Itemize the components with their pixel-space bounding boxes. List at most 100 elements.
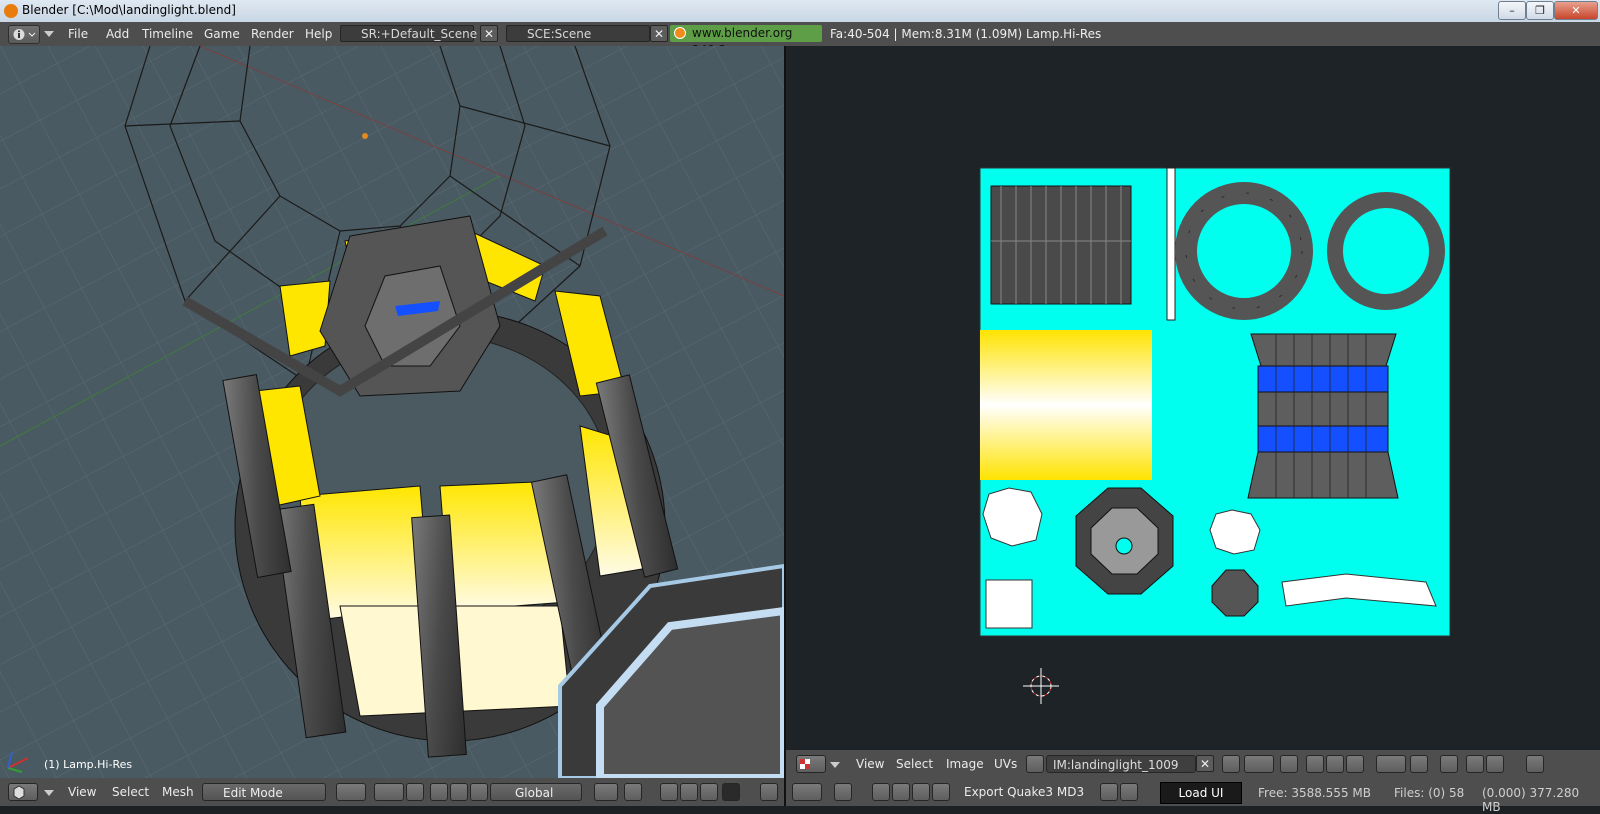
uv-paint-icon[interactable] (1466, 755, 1484, 773)
screen-selector[interactable]: SR:+Default_Scene (340, 25, 478, 42)
image-name-label: IM:landinglight_1009 (1053, 758, 1179, 772)
uv-island-strips (990, 185, 1132, 305)
menu-add[interactable]: Add (106, 27, 129, 41)
proportional-falloff-icon[interactable] (624, 783, 642, 801)
layer-toggle-icon[interactable] (594, 783, 618, 801)
uv-menu-image[interactable]: Image (946, 757, 984, 771)
uv-image-editor[interactable] (786, 46, 1600, 750)
minimize-button[interactable]: – (1498, 1, 1526, 20)
files-count-label: Files: (0) 58 (1394, 786, 1465, 800)
pivot-point-icon[interactable] (374, 783, 404, 801)
menu-collapse-arrow-icon[interactable] (44, 31, 54, 37)
pivot-select-icon[interactable] (1244, 755, 1274, 773)
uv-snap-icon[interactable] (1440, 755, 1458, 773)
sticky-mode-icon[interactable] (1376, 755, 1406, 773)
uv-menu-select[interactable]: Select (896, 757, 933, 771)
uv-header-collapse-icon[interactable] (830, 762, 840, 768)
text-editor-alt-icon[interactable] (1120, 783, 1138, 801)
menu-file[interactable]: File (68, 27, 88, 41)
image-editor-type-button[interactable] (796, 755, 826, 773)
info-icon (13, 29, 36, 40)
scale-manipulator-icon[interactable] (470, 783, 488, 801)
cube-icon (13, 785, 25, 800)
script-clock-icon[interactable] (912, 783, 930, 801)
scene-selector-label: SCE:Scene (527, 27, 592, 41)
edge-mode-icon[interactable] (680, 783, 698, 801)
viewport-menu-view[interactable]: View (68, 785, 96, 799)
face-mode-icon[interactable] (700, 783, 718, 801)
orientation-selector-label: Global (515, 786, 554, 800)
rotate-manipulator-icon[interactable] (450, 783, 468, 801)
menu-timeline[interactable]: Timeline (142, 27, 193, 41)
window-title: Blender [C:\Mod\landinglight.blend] (22, 3, 236, 17)
viewport-menu-mesh[interactable]: Mesh (162, 785, 194, 799)
proportional-edit-icon[interactable] (1410, 755, 1428, 773)
uv-octagon-right (1209, 509, 1261, 555)
uv-canvas-svg (979, 167, 1451, 704)
image-checker-icon (800, 759, 810, 769)
uv-cursor-icon[interactable] (1486, 755, 1504, 773)
image-browse-field[interactable]: IM:landinglight_1009 (1046, 755, 1196, 773)
edge-select-icon[interactable] (1326, 755, 1344, 773)
3d-viewport[interactable]: (1) Lamp.Hi-Res (0, 46, 784, 778)
script-menu-icon[interactable] (932, 783, 950, 801)
viewport-header: View Select Mesh Edit Mode Global (0, 778, 784, 806)
file-browser-type-button[interactable] (792, 783, 822, 801)
info-window-type-button[interactable] (8, 25, 40, 44)
script-window-icon[interactable] (834, 783, 852, 801)
uv-menu-view[interactable]: View (856, 757, 884, 771)
render-preview-icon[interactable] (760, 783, 778, 801)
2d-cursor-icon (1023, 668, 1059, 704)
free-memory-label: Free: 3588.555 MB (1258, 786, 1371, 800)
orientation-selector[interactable]: Global (490, 783, 582, 801)
screen-selector-label: SR:+Default_Scene (361, 27, 478, 41)
delete-screen-button[interactable]: ✕ (480, 25, 498, 42)
translate-manipulator-icon[interactable] (430, 783, 448, 801)
blender-app-icon (4, 4, 18, 18)
scene-selector[interactable]: SCE:Scene (506, 25, 650, 42)
occlude-geometry-icon[interactable] (722, 783, 740, 801)
blender-globe-icon (674, 27, 686, 39)
scene-stats: Fa:40-504 | Mem:8.31M (1.09M) Lamp.Hi-Re… (830, 27, 1102, 41)
script-reload-icon[interactable] (892, 783, 910, 801)
menu-help[interactable]: Help (305, 27, 332, 41)
uv-barrel-island (1247, 333, 1399, 499)
maximize-button[interactable]: ❐ (1526, 1, 1554, 20)
uv-menu-uvs[interactable]: UVs (994, 757, 1017, 771)
menu-game[interactable]: Game (204, 27, 240, 41)
face-select-icon[interactable] (1346, 755, 1364, 773)
script-link-icon[interactable] (872, 783, 890, 801)
viewport-scene-svg (0, 46, 784, 778)
manipulator-toggle-icon[interactable] (406, 783, 424, 801)
active-object-label: (1) Lamp.Hi-Res (44, 758, 133, 771)
viewport-menu-select[interactable]: Select (112, 785, 149, 799)
lock-icon[interactable] (1026, 755, 1044, 773)
object-origin (362, 133, 368, 139)
texture-paint-icon[interactable] (1222, 755, 1240, 773)
delete-scene-button[interactable]: ✕ (650, 25, 668, 42)
title-bar: Blender [C:\Mod\landinglight.blend] – ❐ … (0, 0, 1600, 23)
main-menu-bar: File Add Timeline Game Render Help SR:+D… (0, 22, 1600, 57)
uv-small-rects (985, 579, 1033, 629)
viewport-header-collapse-icon[interactable] (44, 790, 54, 796)
mode-selector[interactable]: Edit Mode (202, 783, 326, 801)
close-window-button[interactable]: ✕ (1554, 1, 1598, 20)
uv-thin-strip (1166, 167, 1176, 321)
uv-lock-icon[interactable] (1526, 755, 1544, 773)
export-quake3-label[interactable]: Export Quake3 MD3 (964, 785, 1084, 799)
mode-selector-label: Edit Mode (223, 786, 283, 800)
uv-editor-header: View Select Image UVs IM:landinglight_10… (786, 750, 1600, 778)
info-header: Export Quake3 MD3 Load UI Free: 3588.555… (786, 778, 1600, 814)
blender-org-link[interactable]: www.blender.org 249.2 (670, 25, 822, 57)
vertex-mode-icon[interactable] (660, 783, 678, 801)
draw-type-icon[interactable] (336, 783, 366, 801)
unlink-image-button[interactable]: ✕ (1196, 755, 1214, 772)
text-editor-icon[interactable] (1100, 783, 1118, 801)
sync-selection-icon[interactable] (1280, 755, 1298, 773)
3d-view-type-button[interactable] (8, 783, 38, 801)
uv-octagon-left (982, 487, 1043, 547)
vertex-select-icon[interactable] (1306, 755, 1324, 773)
uv-glow-island (980, 330, 1152, 480)
load-ui-button[interactable]: Load UI (1160, 782, 1242, 804)
menu-render[interactable]: Render (251, 27, 294, 41)
